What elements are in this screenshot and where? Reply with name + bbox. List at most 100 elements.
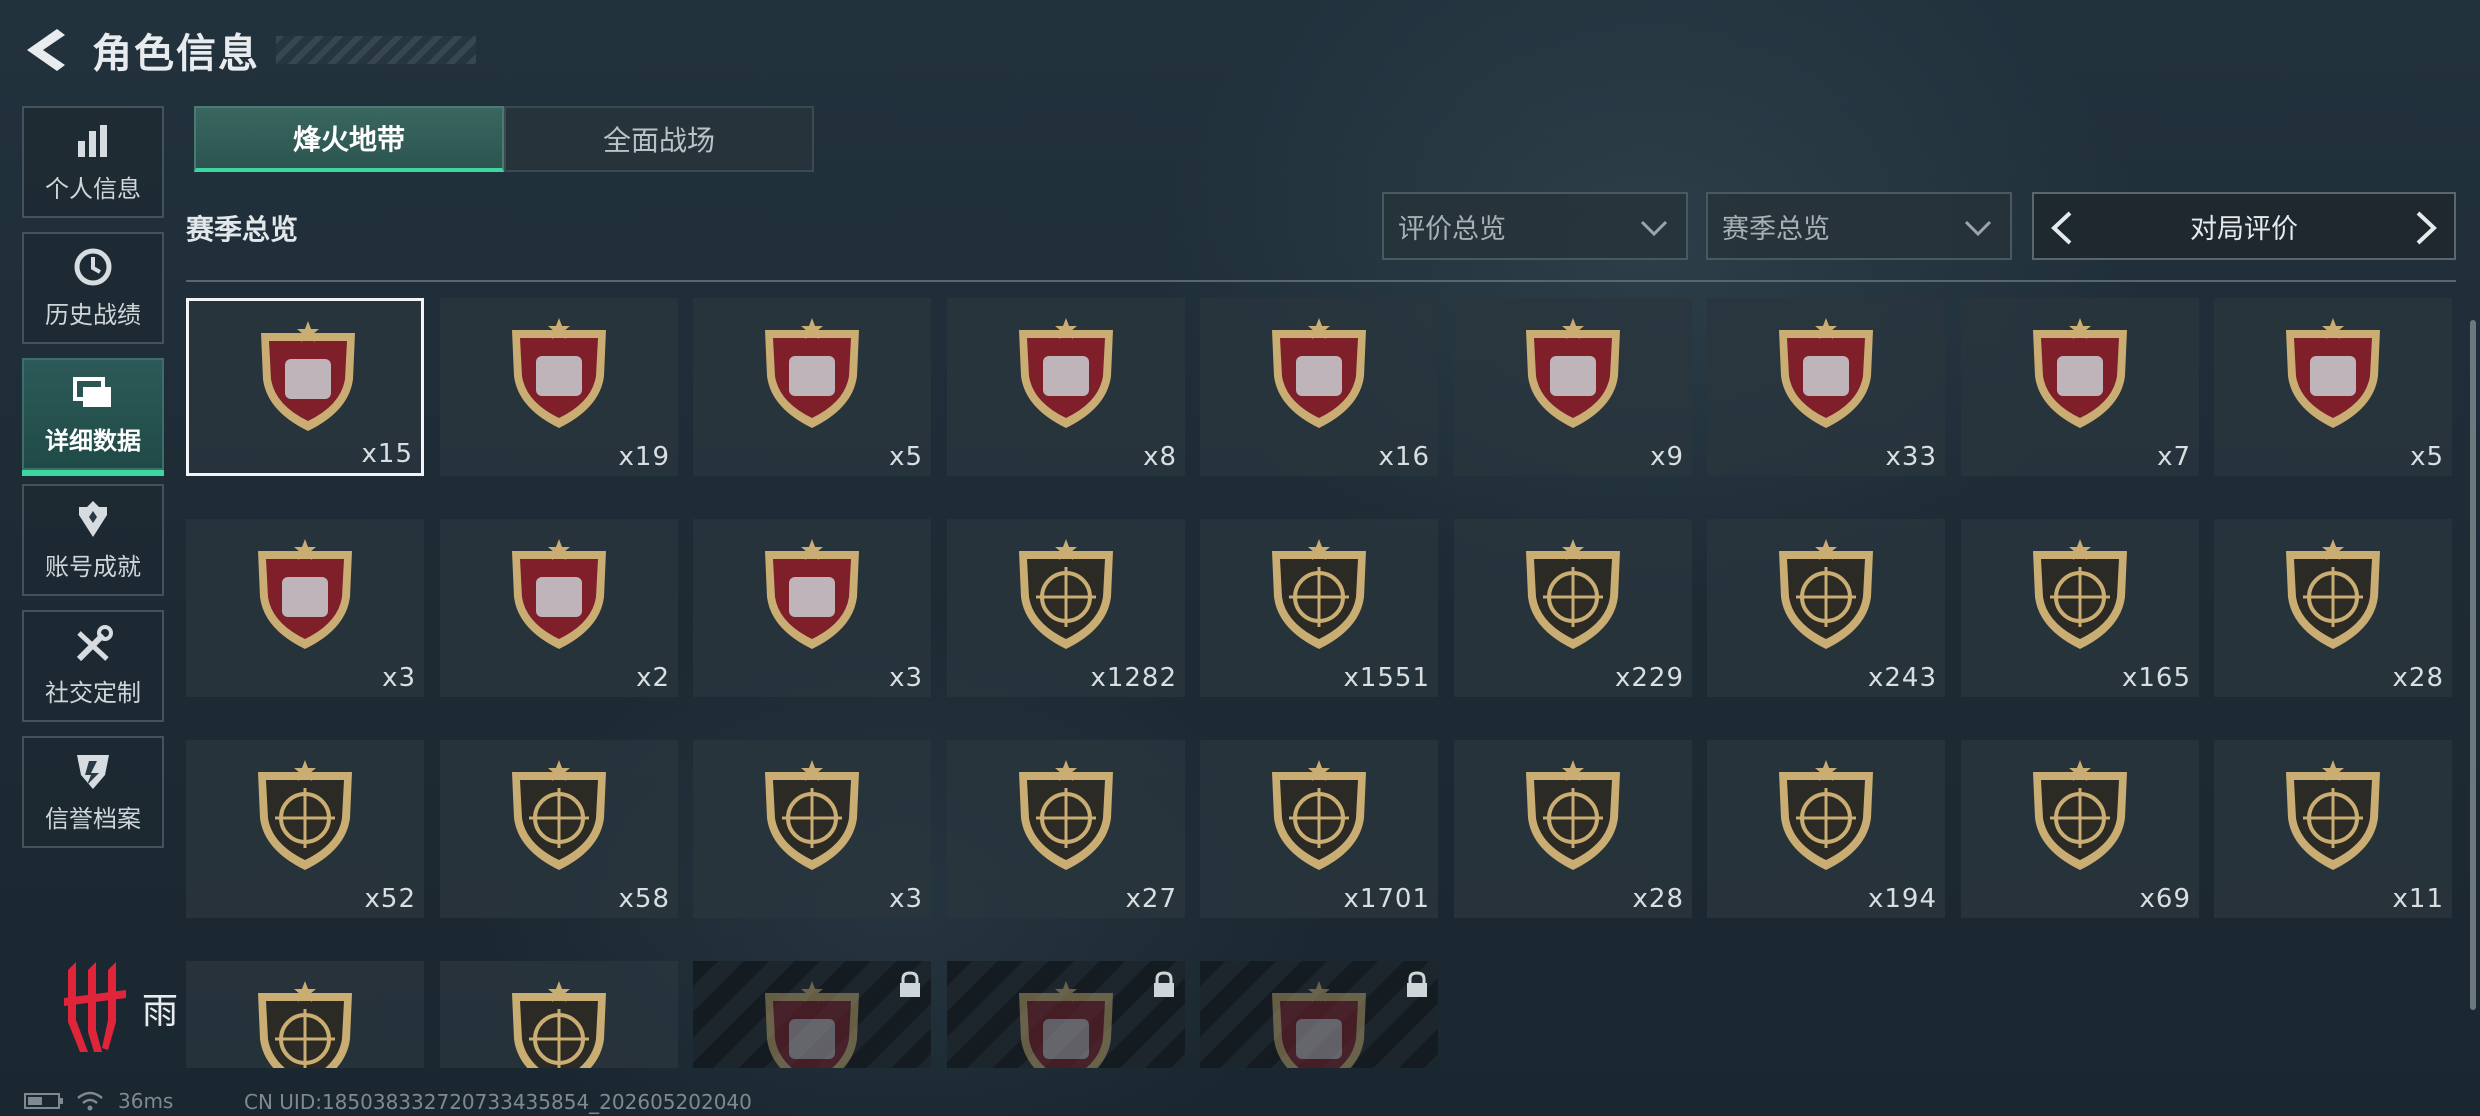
badge-cell[interactable]: x69 (1961, 740, 2199, 918)
badge-cell[interactable]: x5 (693, 298, 931, 476)
badge-cell[interactable]: x165 (1961, 519, 2199, 697)
eyepatch-operator-icon (2286, 760, 2380, 870)
sniper-crosshair-icon (765, 760, 859, 870)
badge-count: x7 (2157, 442, 2191, 472)
badge-cell[interactable]: x33 (1707, 298, 1945, 476)
season-overview-dropdown[interactable]: 赛季总览 (1706, 192, 2012, 260)
badge-count: x1551 (1343, 663, 1430, 693)
circuit-board-icon (1019, 318, 1113, 428)
badge-count: x1282 (1090, 663, 1177, 693)
badge-cell[interactable]: x229 (1454, 519, 1692, 697)
orb-icon (765, 981, 859, 1068)
back-button[interactable] (20, 20, 70, 80)
operator-portrait-icon (512, 981, 606, 1068)
badge-cell[interactable]: x58 (440, 740, 678, 918)
sidebar-item-label: 个人信息 (45, 174, 141, 203)
shotgun-crosshair-icon (2286, 539, 2380, 649)
badge-cell[interactable]: x16 (1200, 298, 1438, 476)
beret-soldier-icon (1526, 760, 1620, 870)
rating-overview-dropdown[interactable]: 评价总览 (1382, 192, 1688, 260)
badge-cell[interactable]: x8 (947, 298, 1185, 476)
sidebar-item-label: 详细数据 (45, 426, 141, 455)
badge-count: x5 (2410, 442, 2444, 472)
page-title: 角色信息 (92, 31, 260, 77)
tab-fenghuo[interactable]: 烽火地带 (194, 106, 504, 172)
rating-pager: 对局评价 (2032, 192, 2456, 260)
sidebar-item-label: 账号成就 (45, 552, 141, 581)
achievement-icon (71, 499, 115, 539)
lmg-crosshair-icon (258, 760, 352, 870)
badge-cell[interactable]: x15 (186, 298, 424, 476)
sidebar-item-detailed-data[interactable]: 详细数据 (22, 358, 164, 476)
tab-full-battlefield[interactable]: 全面战场 (504, 106, 814, 172)
pager-prev-button[interactable] (2042, 208, 2082, 248)
badge-cell[interactable]: x2 (440, 519, 678, 697)
sidebar-item-label: 历史战绩 (45, 300, 141, 329)
badge-count: x165 (2121, 663, 2191, 693)
brand-logo: 雨 (62, 960, 178, 1056)
sidebar-item-social-custom[interactable]: 社交定制 (22, 610, 164, 722)
wifi-icon (77, 1091, 103, 1111)
sidebar-item-label: 信誉档案 (45, 804, 141, 833)
badge-cell[interactable]: x52 (186, 740, 424, 918)
sidebar-item-history[interactable]: 历史战绩 (22, 232, 164, 344)
badge-cell[interactable]: x7 (1961, 298, 2199, 476)
masked-operator-icon (2033, 760, 2127, 870)
pistol-crosshair-icon (1019, 760, 1113, 870)
badge-cell[interactable]: x19 (440, 298, 678, 476)
badge-cell[interactable]: x28 (2214, 519, 2452, 697)
chess-board-icon (512, 539, 606, 649)
badge-cell[interactable]: x3 (693, 519, 931, 697)
badge-count: x27 (1125, 884, 1177, 914)
sidebar-item-credit-profile[interactable]: 信誉档案 (22, 736, 164, 848)
badge-cell[interactable] (693, 961, 931, 1068)
lock-icon (1407, 971, 1427, 997)
ammo-stack-icon (1526, 318, 1620, 428)
badge-count: x194 (1867, 884, 1937, 914)
brand-glyph: 雨 (142, 991, 179, 1032)
badge-count: x19 (618, 442, 670, 472)
badge-cell[interactable]: x28 (1454, 740, 1692, 918)
badge-count: x11 (2392, 884, 2444, 914)
badge-count: x8 (1143, 442, 1177, 472)
lock-icon (900, 971, 920, 997)
sidebar: 个人信息 历史战绩 详细数据 账号成就 社交定制 信誉档案 (22, 106, 164, 862)
laurel-wings-icon (1272, 539, 1366, 649)
badge-cell[interactable] (440, 961, 678, 1068)
badge-cell[interactable]: x3 (186, 519, 424, 697)
badge-cell[interactable]: x9 (1454, 298, 1692, 476)
badge-grid: x15 x19 x5 x8 x16 x9 x33 x7 x5 x3 x2 x3 x1282 x1551 x2… (186, 298, 2456, 1068)
ping-value: 36ms (118, 1089, 174, 1113)
badge-cell[interactable]: x194 (1707, 740, 1945, 918)
badge-cell[interactable]: x1551 (1200, 519, 1438, 697)
badge-cell[interactable]: x1701 (1200, 740, 1438, 918)
tools-icon (71, 624, 115, 665)
diamond-icon (261, 321, 355, 431)
badge-cell[interactable]: x11 (2214, 740, 2452, 918)
sidebar-item-personal-info[interactable]: 个人信息 (22, 106, 164, 218)
badge-cell[interactable] (947, 961, 1185, 1068)
rifle-crosshair-icon (1779, 539, 1873, 649)
section-divider (186, 280, 2456, 282)
smg-crosshair-icon (2033, 539, 2127, 649)
chevron-down-icon (1964, 220, 1992, 237)
badge-count: x3 (889, 884, 923, 914)
chevron-down-icon (1640, 220, 1668, 237)
badge-cell[interactable]: x5 (2214, 298, 2452, 476)
badge-count: x9 (1650, 442, 1684, 472)
sidebar-item-achievements[interactable]: 账号成就 (22, 484, 164, 596)
badge-count: x3 (382, 663, 416, 693)
coffee-machine-icon (2033, 318, 2127, 428)
badge-cell[interactable]: x27 (947, 740, 1185, 918)
badge-cell[interactable]: x243 (1707, 519, 1945, 697)
badge-cell[interactable] (1200, 961, 1438, 1068)
grid-scrollbar[interactable] (2470, 320, 2476, 1010)
pager-next-button[interactable] (2406, 208, 2446, 248)
badge-cell[interactable] (186, 961, 424, 1068)
mask-face-icon (258, 981, 352, 1068)
framed-painting-icon (765, 539, 859, 649)
badge-cell[interactable]: x3 (693, 740, 931, 918)
badge-count: x28 (2392, 663, 2444, 693)
badge-cell[interactable]: x1282 (947, 519, 1185, 697)
mode-tabs: 烽火地带 全面战场 (194, 106, 814, 172)
